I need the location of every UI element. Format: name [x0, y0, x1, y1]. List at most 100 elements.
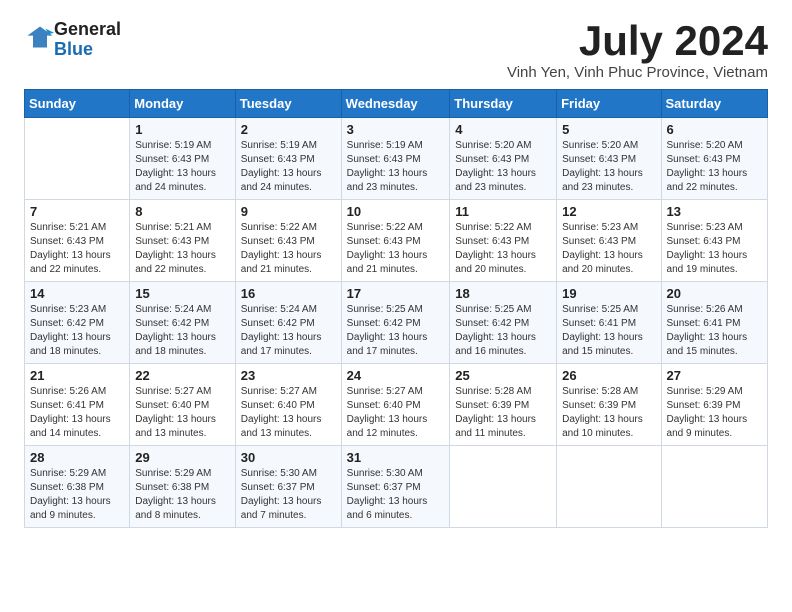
calendar-header-row: SundayMondayTuesdayWednesdayThursdayFrid… [25, 90, 768, 118]
day-number: 14 [30, 286, 124, 301]
day-number: 6 [667, 122, 762, 137]
day-number: 27 [667, 368, 762, 383]
calendar-cell: 8Sunrise: 5:21 AMSunset: 6:43 PMDaylight… [130, 200, 236, 282]
calendar-cell: 13 Sunrise: 5:23 AMSunset: 6:43 PMDayligh… [661, 200, 767, 282]
calendar-cell: 30Sunrise: 5:30 AMSunset: 6:37 PMDayligh… [235, 446, 341, 528]
calendar-cell: 2 Sunrise: 5:19 AMSunset: 6:43 PMDaylight… [235, 118, 341, 200]
location: Vinh Yen, Vinh Phuc Province, Vietnam [507, 64, 768, 81]
calendar-cell: 31 Sunrise: 5:30 AMSunset: 6:37 PMDayligh… [341, 446, 450, 528]
day-number: 10 [347, 204, 445, 219]
calendar-cell: 20 Sunrise: 5:26 AMSunset: 6:41 PMDayligh… [661, 282, 767, 364]
day-info: Sunrise: 5:27 AMSunset: 6:40 PMDaylight:… [135, 385, 230, 441]
day-info: Sunrise: 5:28 AMSunset: 6:39 PMDaylight:… [455, 385, 551, 441]
day-info: Sunrise: 5:30 AMSunset: 6:37 PMDaylight:… [347, 467, 445, 523]
logo: General Blue [24, 20, 121, 60]
day-number: 12 [562, 204, 655, 219]
day-number: 19 [562, 286, 655, 301]
calendar-cell: 10 Sunrise: 5:22 AMSunset: 6:43 PMDayligh… [341, 200, 450, 282]
day-info: Sunrise: 5:19 AMSunset: 6:43 PMDaylight:… [241, 139, 336, 195]
calendar-week-row: 28 Sunrise: 5:29 AMSunset: 6:38 PMDayligh… [25, 446, 768, 528]
header-sunday: Sunday [25, 90, 130, 118]
calendar-cell: 3Sunrise: 5:19 AMSunset: 6:43 PMDaylight… [341, 118, 450, 200]
calendar-cell: 12 Sunrise: 5:23 AMSunset: 6:43 PMDayligh… [557, 200, 661, 282]
calendar-table: SundayMondayTuesdayWednesdayThursdayFrid… [24, 89, 768, 528]
day-info: Sunrise: 5:23 AMSunset: 6:42 PMDaylight:… [30, 303, 124, 359]
header-wednesday: Wednesday [341, 90, 450, 118]
day-info: Sunrise: 5:26 AMSunset: 6:41 PMDaylight:… [667, 303, 762, 359]
day-info: Sunrise: 5:19 AMSunset: 6:43 PMDaylight:… [135, 139, 230, 195]
day-number: 28 [30, 450, 124, 465]
day-number: 13 [667, 204, 762, 219]
day-number: 24 [347, 368, 445, 383]
calendar-cell: 18Sunrise: 5:25 AMSunset: 6:42 PMDayligh… [450, 282, 557, 364]
day-number: 25 [455, 368, 551, 383]
header-monday: Monday [130, 90, 236, 118]
calendar-cell: 28 Sunrise: 5:29 AMSunset: 6:38 PMDayligh… [25, 446, 130, 528]
day-number: 29 [135, 450, 230, 465]
month-title: July 2024 [507, 20, 768, 62]
calendar-cell: 27 Sunrise: 5:29 AMSunset: 6:39 PMDayligh… [661, 364, 767, 446]
calendar-cell: 16Sunrise: 5:24 AMSunset: 6:42 PMDayligh… [235, 282, 341, 364]
day-info: Sunrise: 5:27 AMSunset: 6:40 PMDaylight:… [241, 385, 336, 441]
day-info: Sunrise: 5:22 AMSunset: 6:43 PMDaylight:… [347, 221, 445, 277]
day-info: Sunrise: 5:23 AMSunset: 6:43 PMDaylight:… [667, 221, 762, 277]
title-block: July 2024 Vinh Yen, Vinh Phuc Province, … [507, 20, 768, 81]
day-number: 23 [241, 368, 336, 383]
calendar-cell: 29Sunrise: 5:29 AMSunset: 6:38 PMDayligh… [130, 446, 236, 528]
calendar-cell [450, 446, 557, 528]
calendar-cell [661, 446, 767, 528]
day-number: 3 [347, 122, 445, 137]
calendar-week-row: 7Sunrise: 5:21 AMSunset: 6:43 PMDaylight… [25, 200, 768, 282]
day-info: Sunrise: 5:24 AMSunset: 6:42 PMDaylight:… [135, 303, 230, 359]
header-friday: Friday [557, 90, 661, 118]
calendar-cell: 21 Sunrise: 5:26 AMSunset: 6:41 PMDayligh… [25, 364, 130, 446]
day-info: Sunrise: 5:27 AMSunset: 6:40 PMDaylight:… [347, 385, 445, 441]
day-info: Sunrise: 5:29 AMSunset: 6:39 PMDaylight:… [667, 385, 762, 441]
day-number: 30 [241, 450, 336, 465]
day-number: 26 [562, 368, 655, 383]
calendar-cell: 25 Sunrise: 5:28 AMSunset: 6:39 PMDayligh… [450, 364, 557, 446]
day-number: 8 [135, 204, 230, 219]
calendar-cell: 5Sunrise: 5:20 AMSunset: 6:43 PMDaylight… [557, 118, 661, 200]
calendar-week-row: 14 Sunrise: 5:23 AMSunset: 6:42 PMDayligh… [25, 282, 768, 364]
day-info: Sunrise: 5:25 AMSunset: 6:42 PMDaylight:… [347, 303, 445, 359]
calendar-cell: 22 Sunrise: 5:27 AMSunset: 6:40 PMDayligh… [130, 364, 236, 446]
day-info: Sunrise: 5:25 AMSunset: 6:41 PMDaylight:… [562, 303, 655, 359]
calendar-week-row: 1 Sunrise: 5:19 AMSunset: 6:43 PMDaylight… [25, 118, 768, 200]
day-info: Sunrise: 5:20 AMSunset: 6:43 PMDaylight:… [667, 139, 762, 195]
day-info: Sunrise: 5:20 AMSunset: 6:43 PMDaylight:… [455, 139, 551, 195]
calendar-cell [25, 118, 130, 200]
day-number: 2 [241, 122, 336, 137]
day-number: 15 [135, 286, 230, 301]
day-number: 4 [455, 122, 551, 137]
day-info: Sunrise: 5:23 AMSunset: 6:43 PMDaylight:… [562, 221, 655, 277]
header-saturday: Saturday [661, 90, 767, 118]
calendar-cell: 26 Sunrise: 5:28 AMSunset: 6:39 PMDayligh… [557, 364, 661, 446]
day-number: 20 [667, 286, 762, 301]
day-info: Sunrise: 5:26 AMSunset: 6:41 PMDaylight:… [30, 385, 124, 441]
day-info: Sunrise: 5:29 AMSunset: 6:38 PMDaylight:… [30, 467, 124, 523]
calendar-cell: 23 Sunrise: 5:27 AMSunset: 6:40 PMDayligh… [235, 364, 341, 446]
day-number: 16 [241, 286, 336, 301]
day-number: 22 [135, 368, 230, 383]
day-number: 17 [347, 286, 445, 301]
day-number: 1 [135, 122, 230, 137]
day-info: Sunrise: 5:22 AMSunset: 6:43 PMDaylight:… [241, 221, 336, 277]
day-info: Sunrise: 5:20 AMSunset: 6:43 PMDaylight:… [562, 139, 655, 195]
calendar-cell: 17 Sunrise: 5:25 AMSunset: 6:42 PMDayligh… [341, 282, 450, 364]
header-thursday: Thursday [450, 90, 557, 118]
day-number: 31 [347, 450, 445, 465]
calendar-cell: 15 Sunrise: 5:24 AMSunset: 6:42 PMDayligh… [130, 282, 236, 364]
header-tuesday: Tuesday [235, 90, 341, 118]
calendar-cell: 24 Sunrise: 5:27 AMSunset: 6:40 PMDayligh… [341, 364, 450, 446]
calendar-cell: 11Sunrise: 5:22 AMSunset: 6:43 PMDayligh… [450, 200, 557, 282]
day-number: 11 [455, 204, 551, 219]
calendar-cell: 14 Sunrise: 5:23 AMSunset: 6:42 PMDayligh… [25, 282, 130, 364]
calendar-cell [557, 446, 661, 528]
day-number: 9 [241, 204, 336, 219]
calendar-week-row: 21 Sunrise: 5:26 AMSunset: 6:41 PMDayligh… [25, 364, 768, 446]
day-info: Sunrise: 5:28 AMSunset: 6:39 PMDaylight:… [562, 385, 655, 441]
day-number: 21 [30, 368, 124, 383]
calendar-cell: 4 Sunrise: 5:20 AMSunset: 6:43 PMDaylight… [450, 118, 557, 200]
calendar-cell: 9 Sunrise: 5:22 AMSunset: 6:43 PMDaylight… [235, 200, 341, 282]
